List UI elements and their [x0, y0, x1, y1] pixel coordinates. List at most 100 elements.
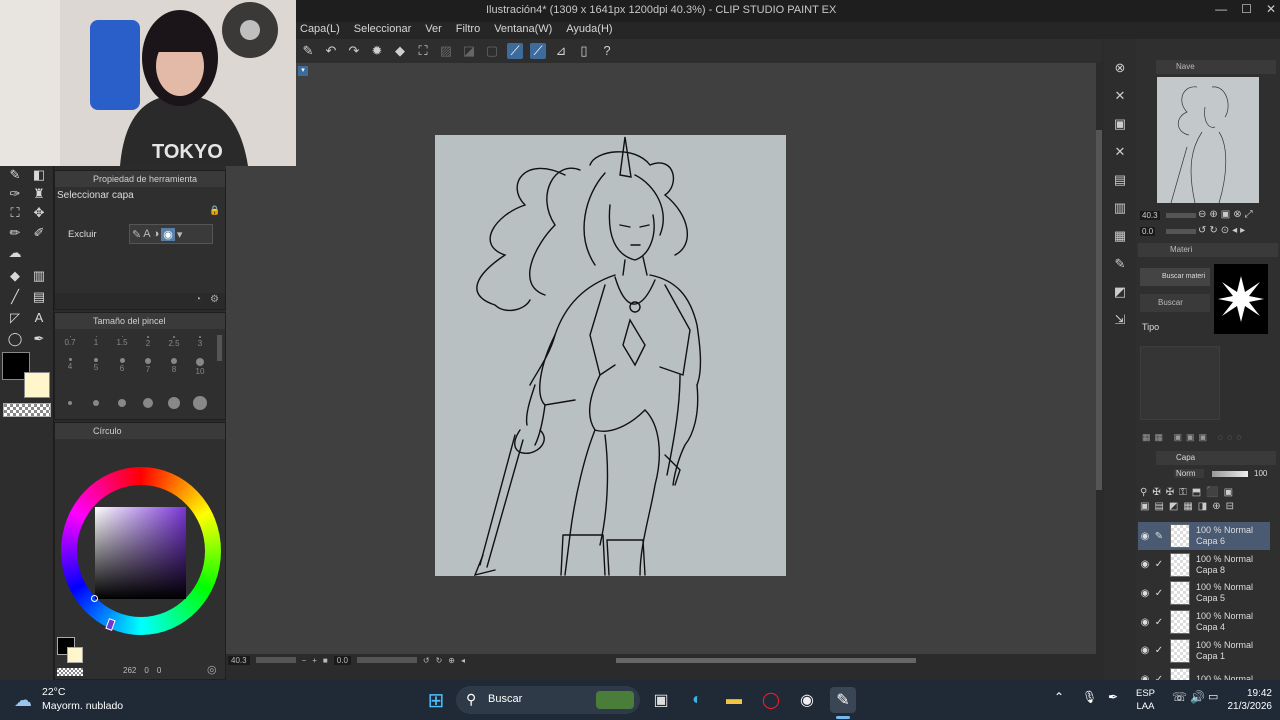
- eye-icon[interactable]: ◉: [1138, 559, 1152, 570]
- blend-tool-icon[interactable]: ♜: [29, 185, 49, 203]
- material-tab[interactable]: Materi: [1138, 243, 1278, 257]
- vector-tool-icon[interactable]: ◸: [5, 309, 25, 327]
- check-icon[interactable]: ✓: [1152, 617, 1166, 628]
- menu-help[interactable]: Ayuda(H): [562, 22, 622, 39]
- rotate-right-icon[interactable]: ↻: [436, 656, 443, 665]
- color-circle-tab[interactable]: Círculo: [55, 423, 225, 439]
- export-icon[interactable]: ⇲: [1115, 312, 1126, 328]
- color-settings-icon[interactable]: ◎: [207, 663, 217, 676]
- brush-size-option[interactable]: 5: [83, 355, 109, 375]
- weather-widget[interactable]: ☁ 22°C Mayorm. nublado: [14, 686, 144, 714]
- pin-icon[interactable]: ▾: [298, 66, 308, 76]
- pen-tool-icon[interactable]: ✎: [5, 166, 25, 184]
- vertical-scrollbar[interactable]: [1096, 130, 1102, 490]
- layer-row[interactable]: ◉ ✎ 100 % Normal Capa 6: [1138, 522, 1270, 550]
- brush-size-option[interactable]: 7: [135, 355, 161, 375]
- eyedropper-tool-icon[interactable]: ✒: [29, 330, 49, 348]
- navigator-zoom[interactable]: 40.3: [1140, 211, 1160, 220]
- brush-size-large-dot[interactable]: [193, 396, 207, 410]
- layer-blend-select[interactable]: Norm: [1174, 469, 1204, 478]
- material-search-field[interactable]: Buscar: [1140, 294, 1210, 312]
- airbrush-tool-icon[interactable]: ☁: [5, 244, 25, 262]
- brush-size-large-dot[interactable]: [93, 400, 99, 406]
- pen-panel-icon[interactable]: ✎: [1115, 256, 1126, 272]
- angle-slider[interactable]: [356, 657, 417, 663]
- brush-size-option[interactable]: 1: [83, 333, 109, 353]
- layer-opacity-slider[interactable]: [1212, 471, 1248, 477]
- transform-icon[interactable]: ⛶: [415, 43, 431, 59]
- fill-selection-icon[interactable]: ◪: [461, 43, 477, 59]
- tray-chevron-icon[interactable]: ⌃: [1054, 690, 1064, 704]
- frame-icon-1[interactable]: ▣: [1114, 116, 1126, 132]
- zoom-in-icon[interactable]: +: [312, 656, 317, 665]
- panel-sub-color[interactable]: [67, 647, 83, 663]
- navigator-angle[interactable]: 0.0: [1140, 227, 1156, 236]
- material-preview[interactable]: [1214, 264, 1268, 334]
- navigator-zoom-icons[interactable]: ⊖⊕▣⊗⤢: [1198, 209, 1256, 220]
- zoom-value[interactable]: 40.3: [228, 655, 250, 665]
- brush-size-option[interactable]: 6: [109, 355, 135, 375]
- layer-row[interactable]: ◉ ✓ 100 % Normal Capa 1: [1138, 637, 1270, 665]
- navigator-rotate-icons[interactable]: ↺↻⊙◂▸: [1198, 225, 1248, 236]
- layer-row[interactable]: ◉ ✓ 100 % Normal Capa 8: [1138, 551, 1270, 579]
- selection-tool-icon[interactable]: ⛶: [5, 204, 25, 222]
- frame-icon-2[interactable]: ▤: [1114, 172, 1126, 188]
- undo-icon[interactable]: ↶: [323, 43, 339, 59]
- brush-size-large-dot[interactable]: [168, 397, 180, 409]
- eye-icon[interactable]: ◉: [1138, 617, 1152, 628]
- panel-transparent-color[interactable]: [57, 668, 83, 676]
- check-icon[interactable]: ✓: [1152, 645, 1166, 656]
- check-icon[interactable]: ✓: [1152, 559, 1166, 570]
- angle-value[interactable]: 0.0: [333, 655, 351, 665]
- close-button[interactable]: ✕: [1266, 2, 1276, 16]
- navigator-zoom-slider[interactable]: [1166, 213, 1196, 218]
- tray-battery-icon[interactable]: ▭: [1208, 690, 1218, 703]
- file-explorer-icon[interactable]: ▬: [721, 687, 747, 713]
- clear-icon[interactable]: ▨: [438, 43, 454, 59]
- eraser-tool-icon[interactable]: ◧: [29, 166, 49, 184]
- exclude-text-icon[interactable]: A: [143, 228, 150, 240]
- brush-size-option[interactable]: 2.5: [161, 333, 187, 353]
- menu-filter[interactable]: Filtro: [452, 22, 490, 39]
- figure-tool-icon[interactable]: ╱: [5, 288, 25, 306]
- move-tool-icon[interactable]: ✥: [29, 204, 49, 222]
- layer-property-icon[interactable]: ▦: [1114, 228, 1126, 244]
- brush-size-option[interactable]: 3: [187, 333, 213, 353]
- menu-select[interactable]: Seleccionar: [350, 22, 421, 39]
- layer-toolbar-icons-1[interactable]: ⚲✠✠⚿⬒⬛▣: [1140, 487, 1238, 498]
- task-view-icon[interactable]: ▣: [648, 687, 674, 713]
- brush-size-option[interactable]: 0.7: [57, 333, 83, 353]
- color-sv-square[interactable]: [95, 507, 186, 599]
- tool-reset-icon[interactable]: ◔: [195, 294, 201, 305]
- exclude-options[interactable]: ✎ A ◑ ◉ ▾: [129, 224, 213, 244]
- opera-browser-icon[interactable]: ◯: [758, 687, 784, 713]
- sub-color-swatch[interactable]: [24, 372, 50, 398]
- layer-row[interactable]: ◉ ✓ 100 % Normal Capa 4: [1138, 608, 1270, 636]
- menu-view[interactable]: Ver: [421, 22, 452, 39]
- eye-icon[interactable]: ◉: [1138, 645, 1152, 656]
- crop-icon[interactable]: ▢: [484, 43, 500, 59]
- help-icon[interactable]: ?: [599, 43, 615, 59]
- brush-size-option[interactable]: 1.5: [109, 333, 135, 353]
- layer-row[interactable]: ◉ ✓ 100 % Normal Capa 5: [1138, 579, 1270, 607]
- pen-edit-icon[interactable]: ✎: [1152, 531, 1166, 542]
- zoom-out-icon[interactable]: −: [302, 656, 307, 665]
- rotate-left-icon[interactable]: ↺: [423, 656, 430, 665]
- lasso-tool-icon[interactable]: ◯: [5, 330, 25, 348]
- device-icon[interactable]: ▯: [576, 43, 592, 59]
- exclude-dropdown-icon[interactable]: ▾: [177, 228, 183, 241]
- taskbar-search[interactable]: ⚲ Buscar: [456, 686, 640, 714]
- windows-start-icon[interactable]: ⊞: [423, 687, 449, 713]
- stop-icon[interactable]: ■: [323, 656, 328, 665]
- tray-network-icon[interactable]: ☏: [1172, 690, 1187, 704]
- pencil-tool-icon[interactable]: ✏: [5, 224, 25, 242]
- brush-size-scrollbar[interactable]: [217, 335, 222, 361]
- clip-studio-icon[interactable]: ✎: [830, 687, 856, 713]
- color-cursor[interactable]: [91, 595, 98, 602]
- brush-size-option[interactable]: 10: [187, 355, 213, 376]
- vector-snap-icon[interactable]: ⟋: [507, 43, 523, 59]
- obs-studio-icon[interactable]: ◉: [794, 687, 820, 713]
- edge-browser-icon[interactable]: ◐: [684, 687, 710, 713]
- drawing-canvas[interactable]: [435, 135, 786, 576]
- language-indicator[interactable]: ESP LAA: [1136, 687, 1155, 713]
